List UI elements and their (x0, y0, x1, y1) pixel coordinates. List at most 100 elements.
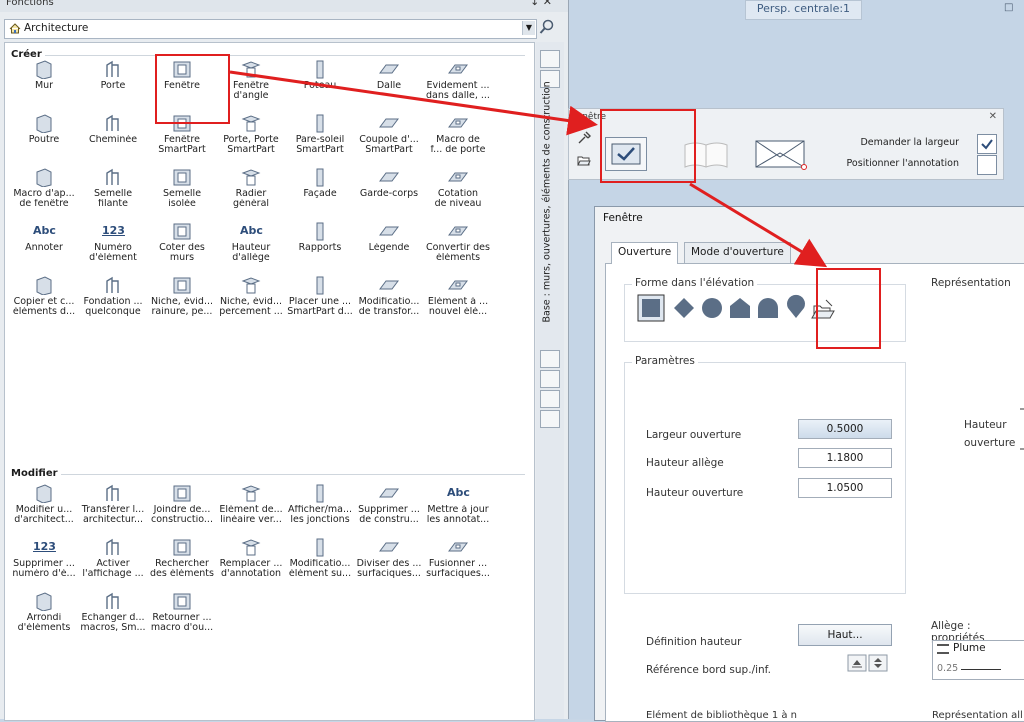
tool-icon (240, 113, 262, 133)
strip-button-4[interactable] (540, 370, 560, 388)
tool-button[interactable]: Placer une ... SmartPart d... (285, 275, 355, 317)
tool-button[interactable]: Supprimer ... de constru... (354, 483, 424, 525)
tool-button[interactable]: Retourner ... macro d'ou... (147, 591, 217, 633)
tool-button[interactable]: Remplacer ... d'annotation (216, 537, 286, 579)
shape-diamond-icon[interactable] (674, 298, 694, 318)
arrow-up-icon[interactable] (847, 654, 867, 672)
tool-button[interactable]: Echanger d... macros, Sm... (78, 591, 148, 633)
tool-label-line1: Porte, Porte (223, 135, 279, 145)
tool-button[interactable]: Copier et c... éléments d... (9, 275, 79, 317)
close-icon[interactable]: ✕ (989, 111, 997, 122)
shape-house-icon[interactable] (730, 298, 750, 318)
tool-button[interactable]: Semelle isolée (147, 167, 217, 209)
param-width-input[interactable]: 0.5000 (798, 419, 892, 439)
shape-circle-icon[interactable] (702, 298, 722, 318)
open-folder-icon[interactable] (577, 153, 591, 167)
tool-button[interactable]: Poutre (9, 113, 79, 145)
highlight-box-custom-shape (816, 268, 881, 349)
tool-button[interactable]: Coter des murs (147, 221, 217, 263)
plume-field[interactable]: Plume 0.25 (932, 640, 1024, 680)
tool-icon (171, 537, 193, 557)
arrow-updown-icon[interactable] (868, 654, 888, 672)
module-dropdown[interactable]: Architecture ▼ (4, 19, 537, 39)
tool-button[interactable]: Mur (9, 59, 79, 91)
tool-button[interactable]: Elément à ... nouvel élé... (423, 275, 493, 317)
tool-button[interactable]: Légende (354, 221, 424, 253)
tool-button[interactable]: Niche, évid... rainure, pe... (147, 275, 217, 317)
tool-button[interactable]: Pare-soleil SmartPart (285, 113, 355, 155)
tool-button[interactable]: Elément de... linéaire ver... (216, 483, 286, 525)
tool-icon (309, 59, 331, 79)
tool-icon (171, 275, 193, 295)
panel-title-buttons[interactable]: ↕ ✕ (530, 0, 552, 7)
param-height-input[interactable]: 1.0500 (798, 478, 892, 498)
tool-label-line1: Rechercher (155, 559, 209, 569)
tool-label-line1: Retourner ... (152, 613, 212, 623)
strip-button-1[interactable] (540, 50, 560, 68)
tool-label-line1: Rapports (298, 243, 342, 253)
tool-button[interactable]: Macro de f... de porte (423, 113, 493, 155)
tool-button[interactable]: Fondation ... quelconque (78, 275, 148, 317)
tool-button[interactable]: Cotation de niveau (423, 167, 493, 209)
chevron-down-icon[interactable]: ▼ (522, 21, 535, 35)
tool-button[interactable]: Diviser des ... surfaciques... (354, 537, 424, 579)
tab-ouverture[interactable]: Ouverture (611, 242, 679, 264)
tool-button[interactable]: 123 Supprimer ... numéro d'é... (9, 537, 79, 579)
tool-button[interactable]: Rechercher des éléments (147, 537, 217, 579)
tool-button[interactable]: Radier général (216, 167, 286, 209)
strip-button-6[interactable] (540, 410, 560, 428)
position-annotation-checkbox[interactable] (977, 155, 997, 175)
envelope-icon[interactable] (753, 137, 809, 171)
tool-label-line1: Convertir des (426, 243, 490, 253)
viewport-label[interactable]: Persp. centrale:1 (745, 0, 862, 20)
tool-label-line2: murs (169, 253, 195, 263)
def-height-button[interactable]: Haut... (798, 624, 892, 646)
tool-button[interactable]: Modificatio... élément su... (285, 537, 355, 579)
shape-drop-icon[interactable] (787, 294, 805, 318)
tool-button[interactable]: Convertir des éléments (423, 221, 493, 263)
tool-button[interactable]: Fusionner ... surfaciques... (423, 537, 493, 579)
tool-button[interactable]: Evidement ... dans dalle, ... (423, 59, 493, 101)
tab-mode-ouverture[interactable]: Mode d'ouverture (684, 242, 791, 263)
shape-arch-icon[interactable] (758, 298, 778, 318)
fenetre-dialog: Fenêtre Ouverture Mode d'ouverture Forme… (594, 206, 1024, 722)
tool-button[interactable]: Cheminée (78, 113, 148, 145)
tool-icon (171, 167, 193, 187)
tool-button[interactable]: Semelle filante (78, 167, 148, 209)
tool-button[interactable]: Joindre de... constructio... (147, 483, 217, 525)
shape-rectangle-icon[interactable] (637, 294, 665, 322)
module-dropdown-value: Architecture (24, 22, 89, 34)
viewport-window-icon[interactable]: □ (1004, 2, 1016, 13)
tool-button[interactable]: Abc Annoter (9, 221, 79, 253)
strip-button-3[interactable] (540, 350, 560, 368)
tool-button[interactable]: Transférer l... architectur... (78, 483, 148, 525)
tool-button[interactable]: Façade (285, 167, 355, 199)
tool-icon (309, 483, 331, 503)
param-sill-input[interactable]: 1.1800 (798, 448, 892, 468)
tool-button[interactable]: 123 Numéro d'élément (78, 221, 148, 263)
ref-edge-buttons[interactable] (847, 654, 889, 672)
tool-label-line2: macros, Sm... (80, 623, 146, 633)
tool-button[interactable]: Afficher/ma... les jonctions (285, 483, 355, 525)
tool-button[interactable]: Niche, évid... percement ... (216, 275, 286, 317)
tool-button[interactable]: Modificatio... de transfor... (354, 275, 424, 317)
vertical-tab-label[interactable]: Base : murs, ouvertures, éléments de con… (532, 81, 562, 337)
tool-button[interactable]: Activer l'affichage ... (78, 537, 148, 579)
ask-width-checkbox[interactable] (977, 134, 997, 154)
tool-button[interactable]: Poteau (285, 59, 355, 91)
strip-button-5[interactable] (540, 390, 560, 408)
tool-button[interactable]: Rapports (285, 221, 355, 253)
tool-button[interactable]: Porte (78, 59, 148, 91)
tool-label-line2: de transfor... (358, 307, 420, 317)
tool-button[interactable]: Macro d'ap... de fenêtre (9, 167, 79, 209)
tool-button[interactable]: Arrondi d'éléments (9, 591, 79, 633)
eyedropper-icon[interactable] (577, 131, 591, 145)
tool-button[interactable]: Abc Mettre à jour les annotat... (423, 483, 493, 525)
tool-button[interactable]: Coupole d'... SmartPart (354, 113, 424, 155)
tool-button[interactable]: Dalle (354, 59, 424, 91)
tool-button[interactable]: Abc Hauteur d'allège (216, 221, 286, 263)
tool-button[interactable]: Modifier u... d'architect... (9, 483, 79, 525)
tool-label-line1: Façade (303, 189, 337, 199)
search-icon[interactable] (539, 19, 557, 37)
tool-button[interactable]: Garde-corps (354, 167, 424, 199)
